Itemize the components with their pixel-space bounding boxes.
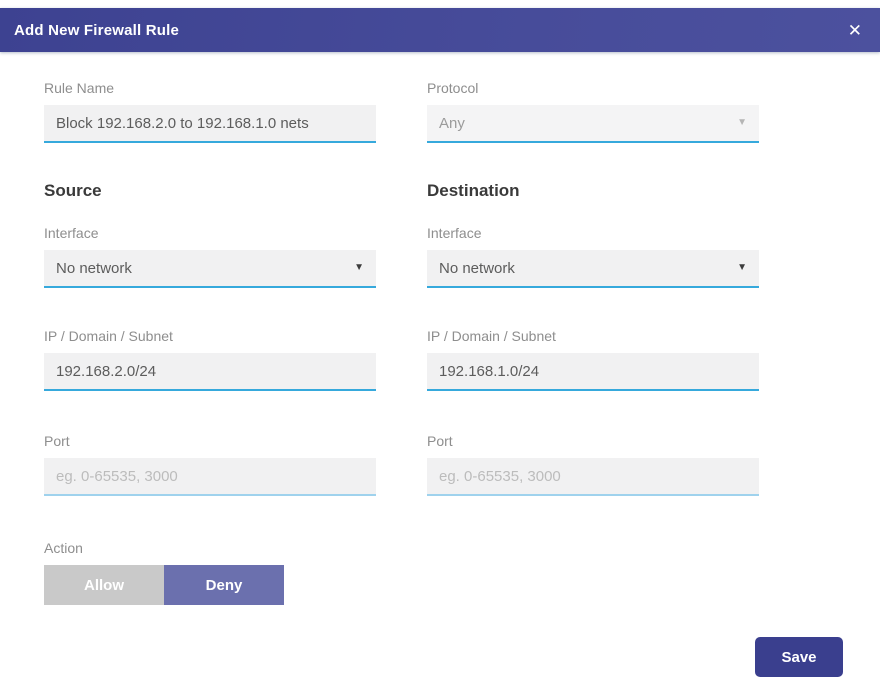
source-ip-input[interactable] [44,353,376,391]
chevron-down-icon: ▼ [737,118,747,128]
destination-port-group: Port [427,433,759,496]
chevron-down-icon: ▼ [354,263,364,273]
action-label: Action [44,540,759,556]
dialog-body: Rule Name Protocol Any ▼ Source Destinat… [0,80,759,605]
rule-name-group: Rule Name [44,80,376,143]
destination-port-input[interactable] [427,458,759,496]
protocol-label: Protocol [427,80,759,96]
source-port-input[interactable] [44,458,376,496]
row-port: Port Port [44,433,759,496]
protocol-value: Any [439,115,465,132]
destination-ip-label: IP / Domain / Subnet [427,328,759,344]
source-heading: Source [44,181,376,201]
source-interface-group: Interface No network ▼ [44,225,376,288]
destination-ip-input[interactable] [427,353,759,391]
source-interface-value: No network [56,260,132,277]
source-ip-label: IP / Domain / Subnet [44,328,376,344]
destination-interface-value: No network [439,260,515,277]
source-interface-label: Interface [44,225,376,241]
destination-interface-label: Interface [427,225,759,241]
dialog-title: Add New Firewall Rule [14,22,179,39]
protocol-select[interactable]: Any ▼ [427,105,759,143]
destination-ip-group: IP / Domain / Subnet [427,328,759,391]
deny-button[interactable]: Deny [164,565,284,605]
row-interface: Interface No network ▼ Interface No netw… [44,225,759,288]
action-group: Action Allow Deny [44,540,759,605]
source-port-group: Port [44,433,376,496]
destination-heading: Destination [427,181,759,201]
row-section-headings: Source Destination [44,181,759,201]
row-ip: IP / Domain / Subnet IP / Domain / Subne… [44,328,759,391]
source-port-label: Port [44,433,376,449]
top-margin [0,0,880,8]
source-interface-select[interactable]: No network ▼ [44,250,376,288]
close-icon[interactable]: ✕ [848,22,862,39]
chevron-down-icon: ▼ [737,263,747,273]
dialog-titlebar: Add New Firewall Rule ✕ [0,8,880,52]
allow-button[interactable]: Allow [44,565,164,605]
rule-name-input[interactable] [44,105,376,143]
protocol-group: Protocol Any ▼ [427,80,759,143]
row-rule-protocol: Rule Name Protocol Any ▼ [44,80,759,143]
destination-port-label: Port [427,433,759,449]
source-ip-group: IP / Domain / Subnet [44,328,376,391]
destination-interface-group: Interface No network ▼ [427,225,759,288]
save-button[interactable]: Save [755,637,843,677]
action-toggle: Allow Deny [44,565,759,605]
rule-name-label: Rule Name [44,80,376,96]
destination-interface-select[interactable]: No network ▼ [427,250,759,288]
footer: Save [0,637,880,677]
